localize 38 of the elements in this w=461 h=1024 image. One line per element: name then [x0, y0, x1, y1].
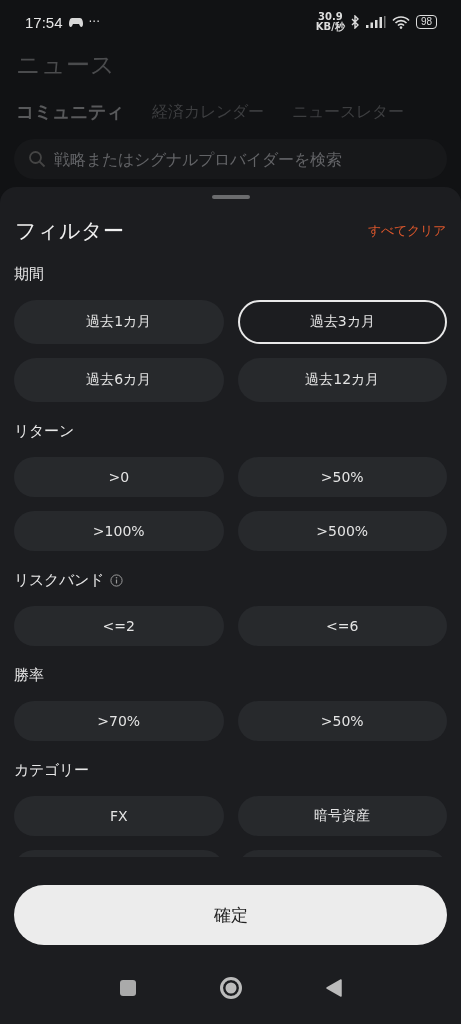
- network-speed: 30.9 KB/秒: [315, 12, 345, 32]
- info-icon[interactable]: [110, 574, 123, 587]
- sheet-title: フィルター: [15, 218, 124, 245]
- back-button[interactable]: [325, 979, 342, 997]
- option-chip[interactable]: 過去6カ月: [14, 358, 224, 402]
- option-chip[interactable]: >50%: [237, 701, 447, 741]
- option-chip[interactable]: >0: [14, 457, 224, 497]
- confirm-button[interactable]: 確定: [14, 885, 447, 945]
- section-title: リターン: [14, 422, 74, 441]
- drag-handle[interactable]: [211, 195, 250, 199]
- status-time: 17:54: [25, 13, 63, 31]
- section-title: 期間: [14, 265, 44, 284]
- battery-indicator: 98: [415, 15, 437, 29]
- page-title: ニュース: [15, 50, 116, 81]
- clear-all-link[interactable]: すべてクリア: [368, 222, 446, 240]
- search-icon: [28, 150, 46, 168]
- game-controller-icon: [68, 16, 83, 28]
- recents-button[interactable]: [119, 980, 136, 996]
- bluetooth-icon: [350, 15, 360, 29]
- home-button[interactable]: [219, 977, 242, 999]
- option-chip[interactable]: >100%: [14, 511, 224, 551]
- search-field[interactable]: 戦略またはシグナルプロバイダーを検索: [14, 139, 447, 179]
- option-chip[interactable]: FX: [14, 796, 224, 836]
- option-chip[interactable]: 暗号資産: [237, 796, 447, 836]
- option-chip[interactable]: >70%: [14, 701, 224, 741]
- signal-icon: [365, 16, 386, 28]
- option-chip[interactable]: 過去3カ月: [237, 300, 447, 344]
- option-chip[interactable]: 過去1カ月: [14, 300, 224, 344]
- more-notifications: ···: [88, 15, 100, 29]
- option-chip[interactable]: <=6: [237, 606, 447, 646]
- wifi-icon: [391, 15, 410, 29]
- section-title: 勝率: [14, 666, 44, 685]
- option-chip[interactable]: 過去12カ月: [237, 358, 447, 402]
- option-chip[interactable]: >500%: [237, 511, 447, 551]
- section-title: カテゴリー: [14, 761, 89, 780]
- option-chip[interactable]: <=2: [14, 606, 224, 646]
- section-title: リスクバンド: [14, 571, 104, 590]
- option-chip[interactable]: >50%: [237, 457, 447, 497]
